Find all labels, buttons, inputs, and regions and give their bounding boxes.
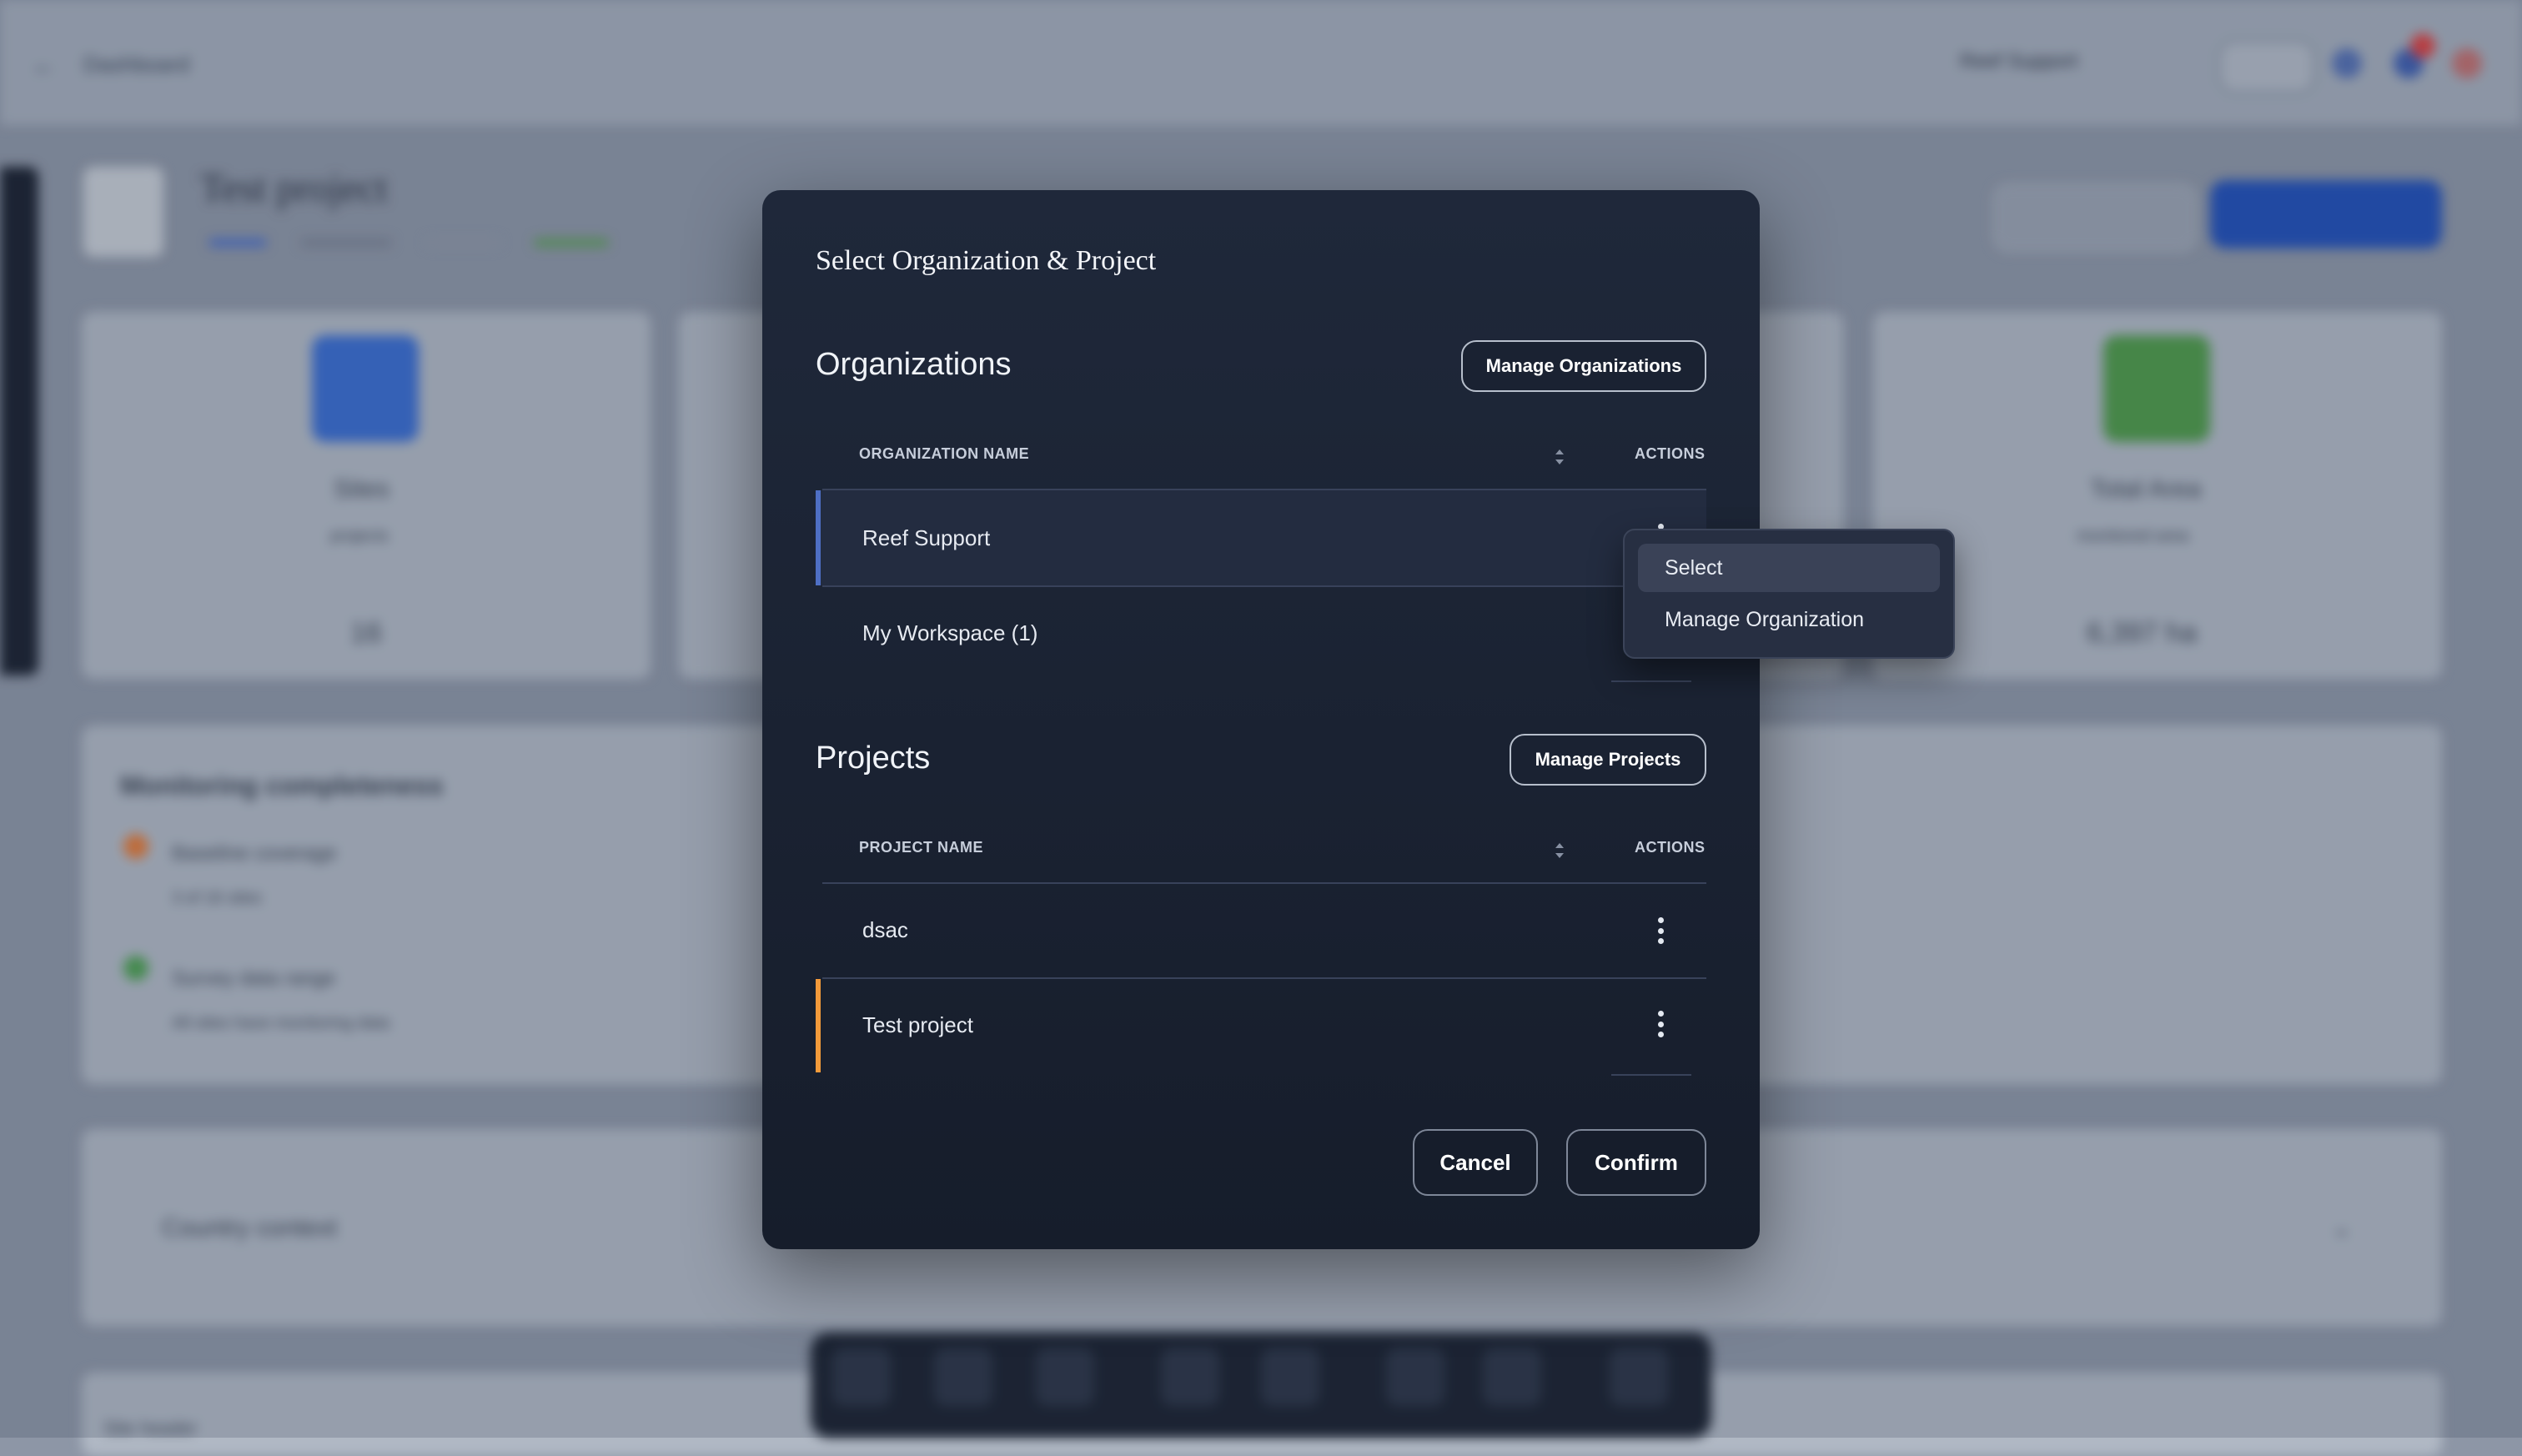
- manage-projects-button[interactable]: Manage Projects: [1510, 734, 1706, 786]
- sort-icon[interactable]: [1553, 447, 1566, 467]
- divider: [822, 585, 1706, 587]
- selected-project-indicator: [816, 979, 821, 1072]
- organizations-heading: Organizations: [816, 347, 1012, 382]
- org-name[interactable]: Reef Support: [862, 525, 990, 551]
- org-actions-column-header: ACTIONS: [1635, 445, 1706, 462]
- divider: [1611, 1074, 1691, 1076]
- divider: [1611, 680, 1691, 682]
- manage-organizations-button[interactable]: Manage Organizations: [1461, 340, 1706, 392]
- cancel-button[interactable]: Cancel: [1413, 1129, 1538, 1196]
- selected-org-indicator: [816, 490, 821, 585]
- project-name-column-header[interactable]: PROJECT NAME: [859, 839, 983, 856]
- more-vertical-icon[interactable]: [1648, 1007, 1673, 1041]
- menu-item-select[interactable]: Select: [1638, 544, 1940, 592]
- more-vertical-icon[interactable]: [1648, 914, 1673, 947]
- org-name-column-header[interactable]: ORGANIZATION NAME: [859, 445, 1029, 463]
- confirm-button[interactable]: Confirm: [1566, 1129, 1706, 1196]
- project-name[interactable]: dsac: [862, 917, 908, 943]
- select-org-project-dialog: Select Organization & Project Organizati…: [762, 190, 1760, 1249]
- menu-item-manage-organization[interactable]: Manage Organization: [1638, 595, 1940, 644]
- org-actions-menu: Select Manage Organization: [1623, 529, 1955, 659]
- org-name[interactable]: My Workspace (1): [862, 620, 1037, 646]
- project-actions-column-header: ACTIONS: [1635, 839, 1706, 856]
- dialog-title: Select Organization & Project: [816, 245, 1157, 276]
- sort-icon[interactable]: [1553, 841, 1566, 861]
- project-name[interactable]: Test project: [862, 1012, 973, 1038]
- divider: [822, 977, 1706, 979]
- divider: [822, 882, 1706, 884]
- projects-heading: Projects: [816, 741, 931, 776]
